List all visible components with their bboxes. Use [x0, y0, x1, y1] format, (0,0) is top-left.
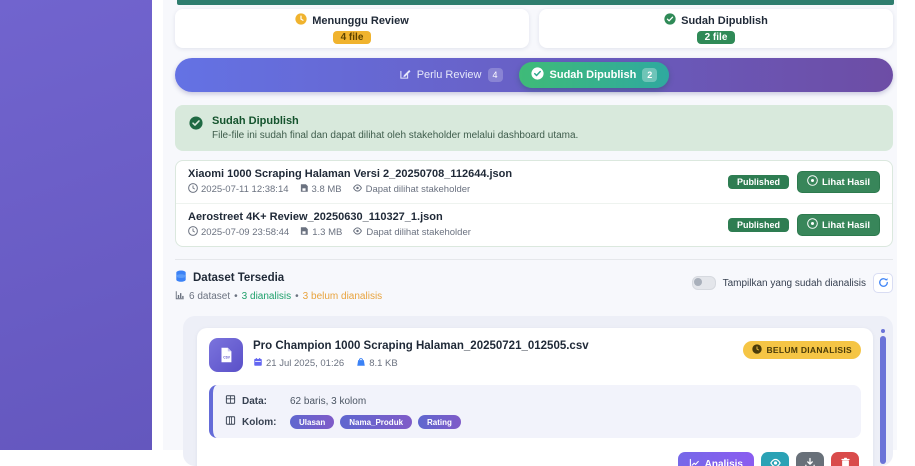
stat-unanalyzed: 3 belum dianalisis — [303, 291, 383, 302]
lihat-hasil-button[interactable]: Lihat Hasil — [797, 214, 880, 236]
file-name: Xiaomi 1000 Scraping Halaman Versi 2_202… — [188, 168, 512, 180]
file-name: Aerostreet 4K+ Review_20250630_110327_1.… — [188, 211, 471, 223]
file-size: 3.8 MB — [312, 184, 342, 195]
storage-icon — [299, 226, 309, 239]
file-timestamp: 2025-07-11 12:38:14 — [201, 184, 289, 195]
published-file-list: Xiaomi 1000 Scraping Halaman Versi 2_202… — [175, 160, 893, 247]
check-circle-icon — [531, 67, 544, 83]
lihat-hasil-label: Lihat Hasil — [822, 177, 870, 188]
edit-icon — [399, 68, 411, 83]
database-icon — [175, 270, 187, 286]
file-count-badge: 2 file — [697, 31, 736, 44]
refresh-icon — [878, 276, 889, 291]
main-area: Menunggu Review 4 file Sudah Dipublish 2… — [152, 0, 915, 450]
belum-dianalisis-label: BELUM DIANALISIS — [766, 345, 852, 355]
tab-perlu-review[interactable]: Perlu Review 4 — [399, 68, 503, 83]
published-info-banner: Sudah Dipublish File-file ini sudah fina… — [175, 105, 893, 151]
file-visibility: Dapat dilihat stakeholder — [366, 227, 471, 238]
toggle-knob — [694, 278, 702, 286]
stat-total: 6 dataset — [189, 291, 230, 302]
lihat-hasil-label: Lihat Hasil — [822, 220, 870, 231]
dataset-size: 8.1 KB — [369, 358, 398, 369]
refresh-button[interactable] — [873, 273, 893, 293]
eye-icon — [807, 175, 818, 189]
download-button[interactable] — [796, 452, 824, 466]
download-icon — [804, 457, 816, 466]
table-icon — [225, 394, 236, 408]
banner-title: Sudah Dipublish — [212, 115, 578, 127]
summary-card-menunggu-review: Menunggu Review 4 file — [175, 9, 529, 48]
toggle-label: Tampilkan yang sudah dianalisis — [723, 278, 866, 289]
dataset-date: 21 Jul 2025, 01:26 — [266, 358, 344, 369]
file-row: Xiaomi 1000 Scraping Halaman Versi 2_202… — [176, 161, 892, 203]
dataset-actions: Analisis — [209, 452, 859, 466]
file-visibility: Dapat dilihat stakeholder — [366, 184, 471, 195]
published-badge: Published — [728, 175, 789, 189]
lihat-hasil-button[interactable]: Lihat Hasil — [797, 171, 880, 193]
file-count-badge: 4 file — [333, 31, 372, 44]
stat-analyzed: 3 dianalisis — [242, 291, 291, 302]
published-badge: Published — [728, 218, 789, 232]
summary-card-label: Sudah Dipublish — [681, 15, 768, 27]
sidebar — [0, 0, 152, 450]
stat-separator: • — [295, 291, 299, 302]
column-pill: Nama_Produk — [340, 415, 412, 429]
stat-separator: • — [234, 291, 238, 302]
tab-count-badge: 2 — [642, 68, 657, 82]
tab-label: Perlu Review — [417, 69, 482, 81]
csv-label: CSV — [223, 356, 230, 360]
eye-icon — [769, 457, 782, 466]
data-value: 62 baris, 3 kolom — [290, 396, 366, 407]
clock-icon — [188, 226, 198, 239]
clock-icon — [295, 13, 307, 28]
storage-icon — [299, 183, 309, 196]
columns-label: Kolom: — [242, 417, 284, 428]
clock-icon — [752, 344, 762, 356]
check-circle-icon — [664, 13, 676, 28]
section-divider — [175, 259, 893, 260]
column-pill: Rating — [418, 415, 461, 429]
dataset-scroll-area: CSV Pro Champion 1000 Scraping Halaman_2… — [183, 316, 893, 466]
dataset-section-title: Dataset Tersedia — [193, 272, 284, 284]
banner-description: File-file ini sudah final dan dapat dili… — [212, 130, 578, 141]
csv-file-icon: CSV — [209, 338, 243, 372]
delete-button[interactable] — [831, 452, 859, 466]
tab-sudah-dipublish[interactable]: Sudah Dipublish 2 — [519, 62, 670, 88]
check-circle-icon — [189, 116, 203, 135]
analisis-button[interactable]: Analisis — [678, 452, 754, 466]
summary-cards-row: Menunggu Review 4 file Sudah Dipublish 2… — [175, 0, 893, 48]
trash-icon — [840, 457, 851, 466]
content-column: Menunggu Review 4 file Sudah Dipublish 2… — [175, 0, 893, 450]
eye-icon — [807, 218, 818, 232]
dataset-filename: Pro Champion 1000 Scraping Halaman_20250… — [253, 340, 733, 352]
weight-icon — [356, 357, 366, 370]
summary-card-sudah-dipublish: Sudah Dipublish 2 file — [539, 9, 893, 48]
chart-icon — [175, 290, 185, 303]
calendar-icon — [253, 357, 263, 370]
summary-card-label: Menunggu Review — [312, 15, 409, 27]
scrollbar-thumb[interactable] — [880, 336, 886, 464]
belum-dianalisis-badge: BELUM DIANALISIS — [743, 341, 861, 359]
preview-button[interactable] — [761, 452, 789, 466]
dataset-section-header: Dataset Tersedia 6 dataset • 3 dianalisi… — [175, 270, 893, 303]
tab-count-badge: 4 — [488, 68, 503, 82]
file-timestamp: 2025-07-09 23:58:44 — [201, 227, 289, 238]
eye-icon — [352, 226, 363, 239]
dataset-card: CSV Pro Champion 1000 Scraping Halaman_2… — [197, 328, 873, 466]
columns-icon — [225, 415, 236, 429]
analisis-label: Analisis — [705, 459, 743, 466]
chart-line-icon — [689, 458, 700, 466]
file-size: 1.3 MB — [312, 227, 342, 238]
file-row: Aerostreet 4K+ Review_20250630_110327_1.… — [176, 203, 892, 246]
clock-icon — [188, 183, 198, 196]
dataset-info-box: Data: 62 baris, 3 kolom Kolom: Ulasan Na… — [209, 385, 861, 438]
eye-icon — [352, 183, 363, 196]
data-label: Data: — [242, 396, 284, 407]
show-analyzed-toggle[interactable] — [692, 276, 716, 290]
column-pill: Ulasan — [290, 415, 334, 429]
tab-label: Sudah Dipublish — [550, 69, 637, 81]
tab-bar: Perlu Review 4 Sudah Dipublish 2 — [175, 58, 893, 92]
